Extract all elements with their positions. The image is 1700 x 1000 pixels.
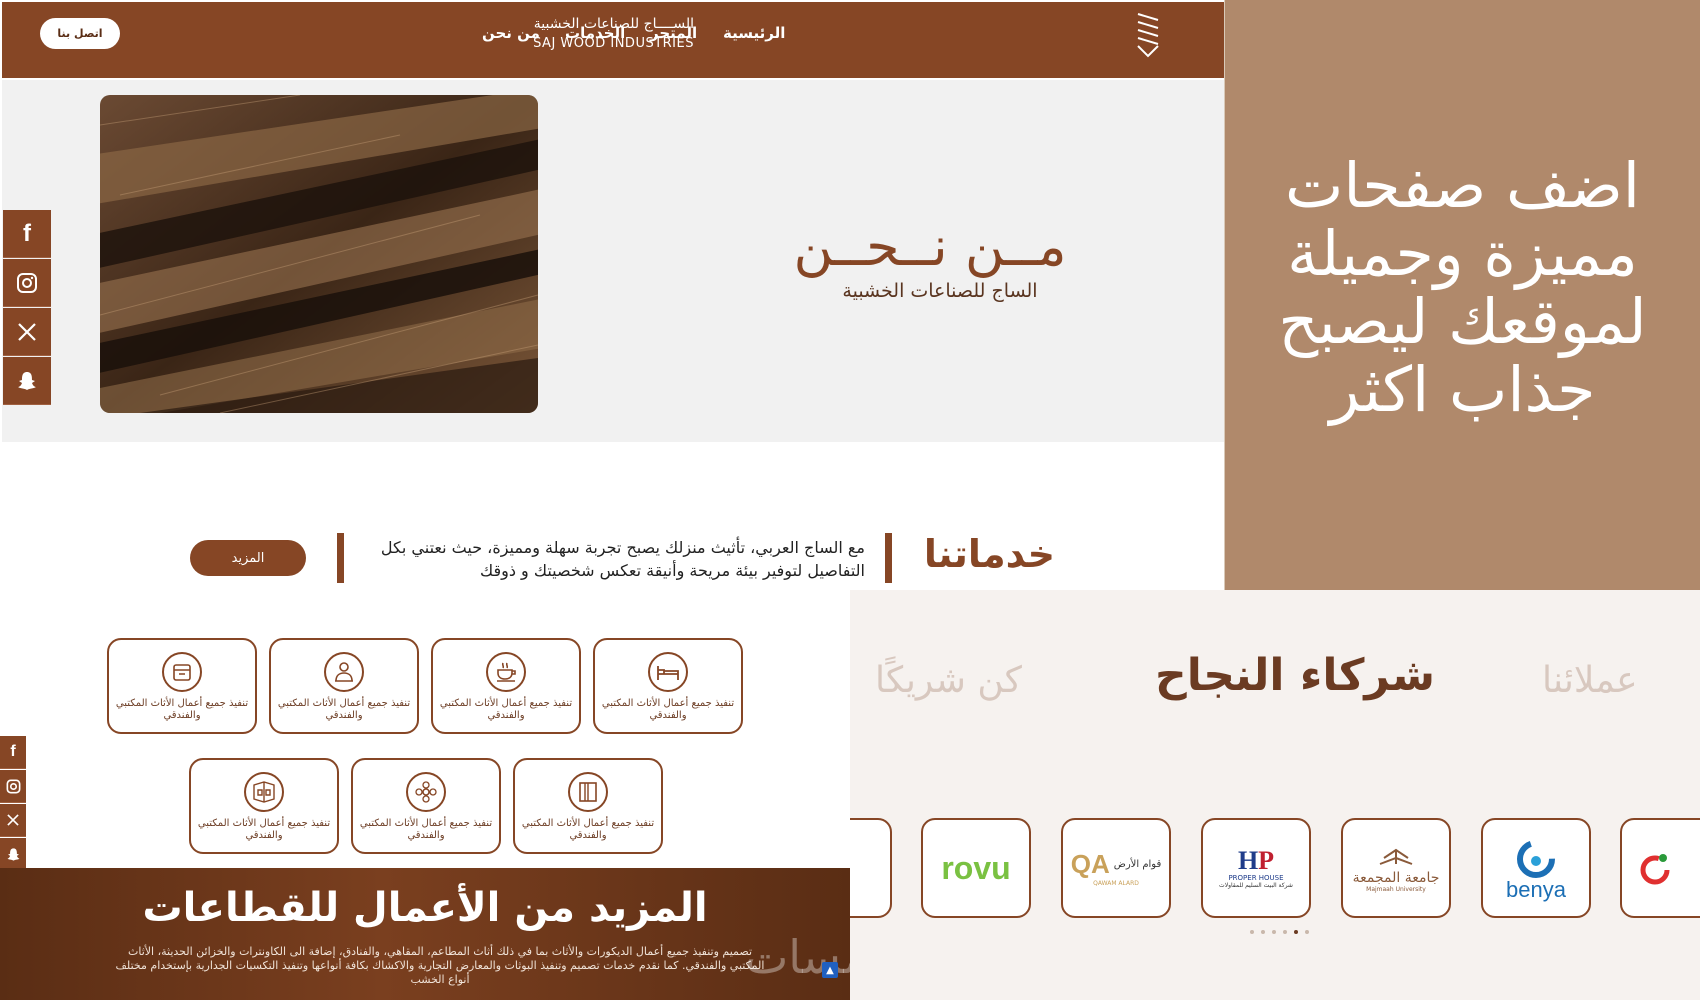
promo-line: جذاب اكثر bbox=[1329, 353, 1596, 426]
instagram-icon bbox=[17, 272, 37, 293]
service-text: تنفيذ جميع أعمال الأثاث المكتبي والفندقي bbox=[277, 698, 411, 721]
x-link[interactable] bbox=[0, 804, 26, 837]
divider bbox=[337, 533, 344, 583]
food-box-icon bbox=[162, 652, 202, 692]
tab-become-partner[interactable]: كن شريكًا bbox=[875, 660, 1022, 701]
service-text: تنفيذ جميع أعمال الأثاث المكتبي والفندقي bbox=[521, 818, 655, 841]
logo-text-arabic: الســــاج للصناعات الخشبية bbox=[533, 16, 694, 32]
website-mockup: اتصل بنا من نحن الخدمات المتجر الرئيسية … bbox=[0, 0, 1225, 590]
brand-icon bbox=[1640, 854, 1670, 885]
carousel-dot[interactable] bbox=[1283, 930, 1287, 934]
qawam-sub: QAWAM ALARD bbox=[1093, 880, 1139, 887]
service-text: تنفيذ جميع أعمال الأثاث المكتبي والفندقي bbox=[359, 818, 493, 841]
instagram-link[interactable] bbox=[3, 259, 51, 307]
benya-icon bbox=[1517, 840, 1555, 878]
hero-subtitle: الساج للصناعات الخشبية bbox=[842, 280, 1038, 302]
carousel-dot[interactable] bbox=[1272, 930, 1276, 934]
rovu-text: rovu bbox=[941, 849, 1011, 886]
facebook-icon: f bbox=[23, 219, 31, 247]
majmaah-university-logo[interactable]: جامعة المجمعة Majmaah University bbox=[1341, 818, 1451, 918]
qawam-row: QA قوام الأرض bbox=[1071, 849, 1162, 880]
service-card[interactable]: تنفيذ جميع أعمال الأثاث المكتبي والفندقي bbox=[351, 758, 501, 854]
tab-our-clients[interactable]: عملائنا bbox=[1542, 660, 1638, 701]
x-icon bbox=[18, 322, 36, 341]
service-card[interactable]: تنفيذ جميع أعمال الأثاث المكتبي والفندقي bbox=[593, 638, 743, 734]
service-card[interactable]: تنفيذ جميع أعمال الأثاث المكتبي والفندقي bbox=[513, 758, 663, 854]
snapchat-link[interactable] bbox=[3, 357, 51, 405]
tab-success-partners[interactable]: شركاء النجاح bbox=[1155, 650, 1435, 701]
qawam-alard-logo[interactable]: QA قوام الأرض QAWAM ALARD bbox=[1061, 818, 1171, 918]
proper-house-sub: شركة البيت السليم للمقاولات bbox=[1219, 881, 1293, 889]
benya-logo[interactable]: benya bbox=[1481, 818, 1591, 918]
partners-panel: عملائنا شركاء النجاح كن شريكًا benya جام… bbox=[850, 590, 1700, 1000]
majmaah-sub: Majmaah University bbox=[1366, 885, 1426, 893]
carousel-dot[interactable] bbox=[1250, 930, 1254, 934]
snapchat-icon bbox=[18, 371, 36, 390]
instagram-icon bbox=[6, 779, 20, 793]
qa-icon: QA bbox=[1070, 849, 1110, 879]
services-description: مع الساج العربي، تأثيث منزلك يصبح تجربة … bbox=[380, 538, 865, 580]
facebook-link[interactable]: f bbox=[3, 210, 51, 258]
service-card[interactable]: تنفيذ جميع أعمال الأثاث المكتبي والفندقي bbox=[189, 758, 339, 854]
x-link[interactable] bbox=[3, 308, 51, 356]
chef-icon bbox=[324, 652, 364, 692]
service-card[interactable]: تنفيذ جميع أعمال الأثاث المكتبي والفندقي bbox=[431, 638, 581, 734]
snapchat-icon bbox=[6, 847, 20, 861]
service-text: تنفيذ جميع أعمال الأثاث المكتبي والفندقي bbox=[439, 698, 573, 721]
facebook-link[interactable]: f bbox=[0, 736, 26, 769]
service-text: تنفيذ جميع أعمال الأثاث المكتبي والفندقي bbox=[601, 698, 735, 721]
ornament-icon bbox=[406, 772, 446, 812]
proper-house-text: PROPER HOUSE bbox=[1228, 873, 1284, 882]
promo-line: مميزة وجميلة bbox=[1287, 217, 1638, 290]
contact-us-button[interactable]: اتصل بنا bbox=[40, 18, 120, 49]
bed-icon bbox=[648, 652, 688, 692]
services-title: خدماتنا bbox=[923, 532, 1055, 576]
service-text: تنفيذ جميع أعمال الأثاث المكتبي والفندقي bbox=[115, 698, 249, 721]
snapchat-link[interactable] bbox=[0, 838, 26, 871]
divider bbox=[885, 533, 892, 583]
logo-text-english: SAJ WOOD INDUSTRIES bbox=[533, 36, 694, 51]
site-header: اتصل بنا من نحن الخدمات المتجر الرئيسية … bbox=[2, 2, 1224, 78]
carousel-dot[interactable] bbox=[1261, 930, 1265, 934]
facebook-icon: f bbox=[10, 743, 16, 760]
x-icon bbox=[7, 814, 19, 826]
carousel-dot[interactable] bbox=[1305, 930, 1309, 934]
partner-logo-partial[interactable] bbox=[1620, 818, 1700, 918]
logo-mark-icon[interactable] bbox=[1135, 12, 1161, 58]
promo-panel: اضف صفحات مميزة وجميلة لموقعك ليصبح جذاب… bbox=[1225, 0, 1700, 590]
carousel-dot-active[interactable] bbox=[1294, 930, 1298, 934]
room-corner-icon bbox=[244, 772, 284, 812]
wood-texture-image bbox=[100, 95, 538, 413]
promo-line: اضف صفحات bbox=[1284, 149, 1641, 222]
service-card[interactable]: تنفيذ جميع أعمال الأثاث المكتبي والفندقي bbox=[107, 638, 257, 734]
hp-icon: HP bbox=[1237, 845, 1275, 875]
nav-about[interactable]: من نحن bbox=[482, 24, 540, 46]
nav-home[interactable]: الرئيسية bbox=[723, 24, 785, 46]
partner-logo-partial[interactable] bbox=[850, 818, 892, 918]
coffee-cup-icon bbox=[486, 652, 526, 692]
majmaah-text: جامعة المجمعة bbox=[1352, 869, 1440, 886]
book-icon bbox=[1379, 848, 1413, 865]
chevron-up-icon: ▲ bbox=[826, 964, 834, 976]
qawam-text: قوام الأرض bbox=[1113, 859, 1162, 870]
more-works-title: المزيد من الأعمال للقطاعات bbox=[142, 885, 708, 931]
more-button[interactable]: المزيد bbox=[190, 540, 306, 576]
service-card[interactable]: تنفيذ جميع أعمال الأثاث المكتبي والفندقي bbox=[269, 638, 419, 734]
more-works-text: تصميم وتنفيذ جميع أعمال الديكورات والأثا… bbox=[115, 945, 765, 986]
proper-house-logo[interactable]: HP PROPER HOUSE شركة البيت السليم للمقاو… bbox=[1201, 818, 1311, 918]
promo-text: اضف صفحات مميزة وجميلة لموقعك ليصبح جذاب… bbox=[1225, 152, 1700, 424]
scroll-top-button[interactable]: ▲ bbox=[822, 962, 838, 978]
promo-line: لموقعك ليصبح bbox=[1278, 285, 1647, 358]
hero-title: مــن نــحــن bbox=[793, 215, 1067, 278]
rovu-logo[interactable]: rovu bbox=[921, 818, 1031, 918]
instagram-link[interactable] bbox=[0, 770, 26, 803]
door-frame-icon bbox=[568, 772, 608, 812]
benya-text: benya bbox=[1506, 877, 1566, 902]
service-text: تنفيذ جميع أعمال الأثاث المكتبي والفندقي bbox=[197, 818, 331, 841]
